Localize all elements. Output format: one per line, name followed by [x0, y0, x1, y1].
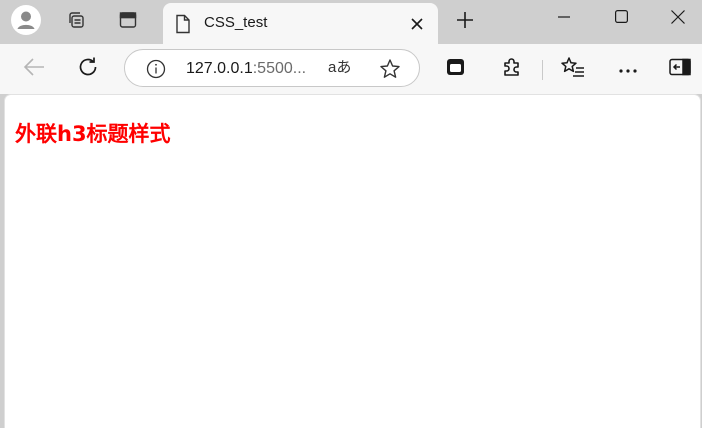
vertical-tabs-icon: [118, 10, 138, 35]
minimize-icon: [558, 10, 570, 28]
url-rest: :5500...: [252, 60, 307, 77]
tab-strip: CSS_test: [0, 0, 702, 44]
plus-icon: [456, 11, 474, 34]
more-button[interactable]: [612, 53, 644, 85]
arrow-left-icon: [23, 57, 45, 82]
workspaces-button[interactable]: [60, 6, 92, 38]
url-host: 127.0.0.1: [186, 60, 253, 77]
workspaces-icon: [66, 10, 86, 35]
tab-title: CSS_test: [204, 14, 268, 31]
toolbar-divider: [542, 60, 543, 80]
page-viewport: 外联h3标题样式: [4, 94, 701, 428]
info-icon[interactable]: [146, 59, 166, 84]
page-heading: 外联h3标题样式: [15, 122, 171, 146]
profile-button[interactable]: [10, 4, 42, 40]
address-bar[interactable]: 127.0.0.1:5500... aあ: [124, 49, 420, 87]
document-icon: [175, 14, 191, 39]
collections-button[interactable]: [440, 53, 472, 85]
puzzle-icon: [501, 56, 523, 83]
url-text[interactable]: 127.0.0.1:5500...: [186, 60, 306, 78]
maximize-icon: [614, 10, 628, 28]
read-aloud-icon[interactable]: aあ: [328, 58, 351, 78]
sidebar-toggle-button[interactable]: [664, 53, 696, 85]
collections-icon: [446, 57, 466, 82]
ellipsis-icon: [619, 60, 637, 78]
close-icon: [671, 9, 685, 29]
sidebar-toggle-icon: [669, 58, 691, 81]
browser-window: CSS_test 127.0.0.1:5500... aあ 外联h3标题样式: [0, 0, 702, 428]
maximize-button[interactable]: [593, 0, 649, 38]
refresh-button[interactable]: [72, 53, 104, 85]
new-tab-button[interactable]: [449, 6, 481, 38]
back-button[interactable]: [18, 53, 50, 85]
star-icon[interactable]: [379, 58, 401, 85]
tab-close-button[interactable]: [405, 12, 429, 36]
close-window-button[interactable]: [650, 0, 702, 38]
minimize-button[interactable]: [536, 0, 592, 38]
tab-css-test[interactable]: CSS_test: [163, 3, 438, 44]
close-icon: [411, 18, 423, 30]
favorites-list-icon: [561, 56, 585, 83]
toolbar: 127.0.0.1:5500... aあ 1: [0, 44, 702, 131]
refresh-icon: [77, 56, 99, 83]
extensions-button[interactable]: [496, 53, 528, 85]
profile-avatar-icon: [11, 4, 41, 40]
favorites-button[interactable]: [557, 53, 589, 85]
vertical-tabs-button[interactable]: [112, 6, 144, 38]
